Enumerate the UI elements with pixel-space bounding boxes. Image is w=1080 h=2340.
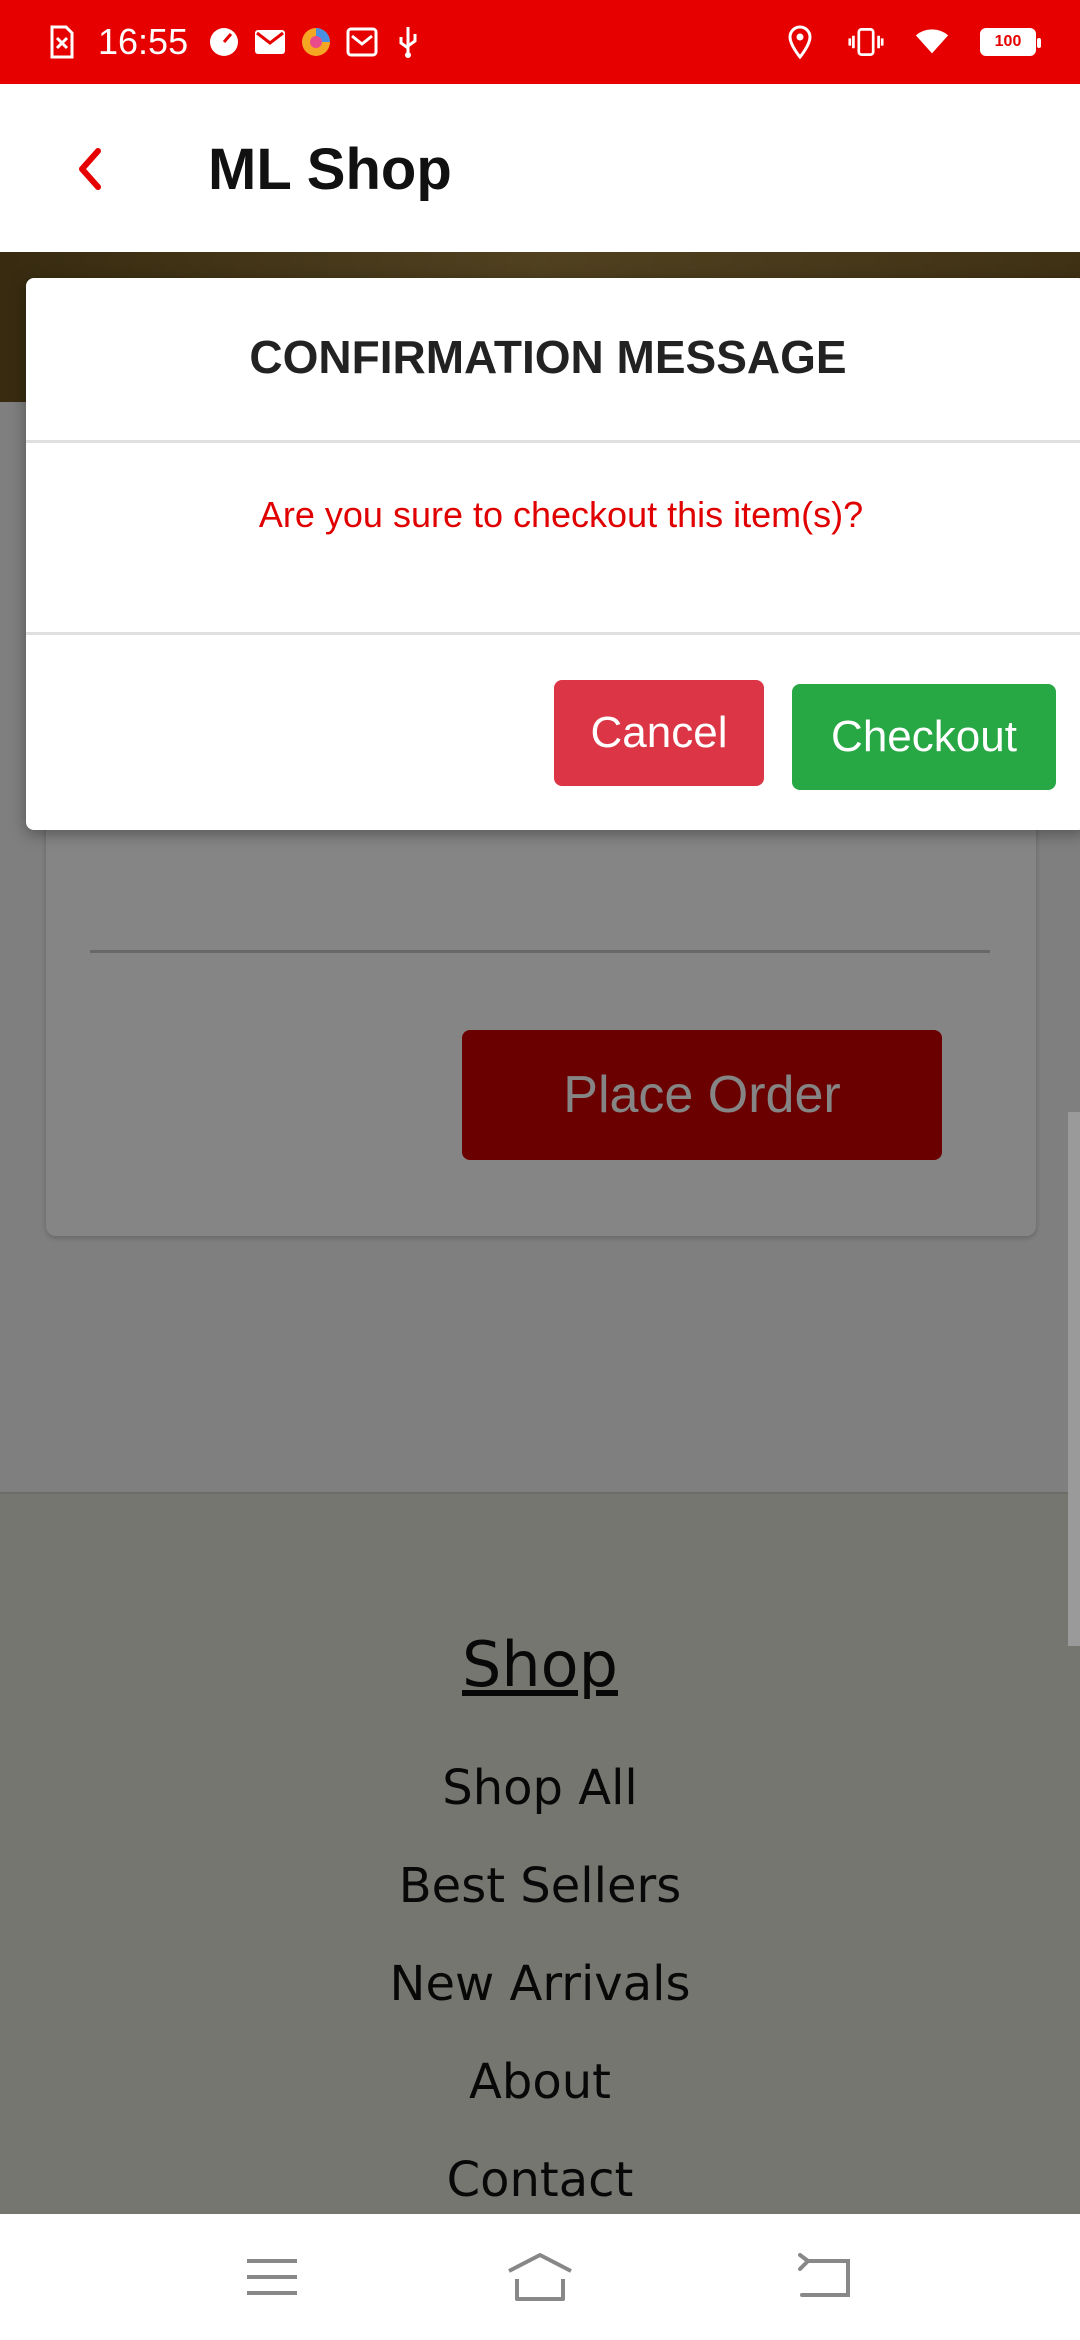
dialog-message: Are you sure to checkout this item(s)? (258, 494, 864, 535)
chevron-left-icon (79, 148, 101, 190)
browser-icon (298, 24, 334, 60)
scrollbar[interactable] (1068, 1112, 1080, 1646)
status-left: 16:55 (44, 20, 436, 64)
dialog-title: CONFIRMATION MESSAGE (249, 331, 847, 383)
app-title: ML Shop (208, 137, 452, 202)
location-icon (782, 24, 818, 60)
back-icon (798, 2253, 850, 2297)
dialog-divider-top (26, 440, 1080, 443)
mail-icon (344, 24, 380, 60)
nav-menu-button[interactable] (232, 2242, 312, 2312)
checkout-button[interactable]: Checkout (792, 684, 1056, 790)
nav-back-button[interactable] (784, 2242, 864, 2312)
menu-icon (247, 2259, 297, 2295)
status-bar: 16:55 100 (0, 0, 1080, 84)
sim-error-icon (44, 24, 80, 60)
nav-home-button[interactable] (500, 2242, 580, 2312)
battery-icon: 100 (980, 28, 1041, 56)
app-bar: ML Shop (0, 84, 1080, 252)
system-nav-bar (0, 2214, 1080, 2340)
vibrate-icon (848, 24, 884, 60)
status-time: 16:55 (98, 21, 189, 62)
home-icon (508, 2253, 572, 2301)
battery-level: 100 (983, 31, 1033, 53)
status-right: 100 (782, 20, 1041, 64)
usb-icon (390, 24, 426, 60)
dialog-divider-bottom (26, 632, 1080, 635)
speedometer-icon (206, 24, 242, 60)
cancel-button[interactable]: Cancel (554, 680, 764, 786)
gmail-icon (252, 24, 288, 60)
confirmation-dialog: CONFIRMATION MESSAGE Are you sure to che… (26, 278, 1080, 830)
wifi-icon (914, 24, 950, 60)
back-button[interactable] (60, 134, 120, 204)
